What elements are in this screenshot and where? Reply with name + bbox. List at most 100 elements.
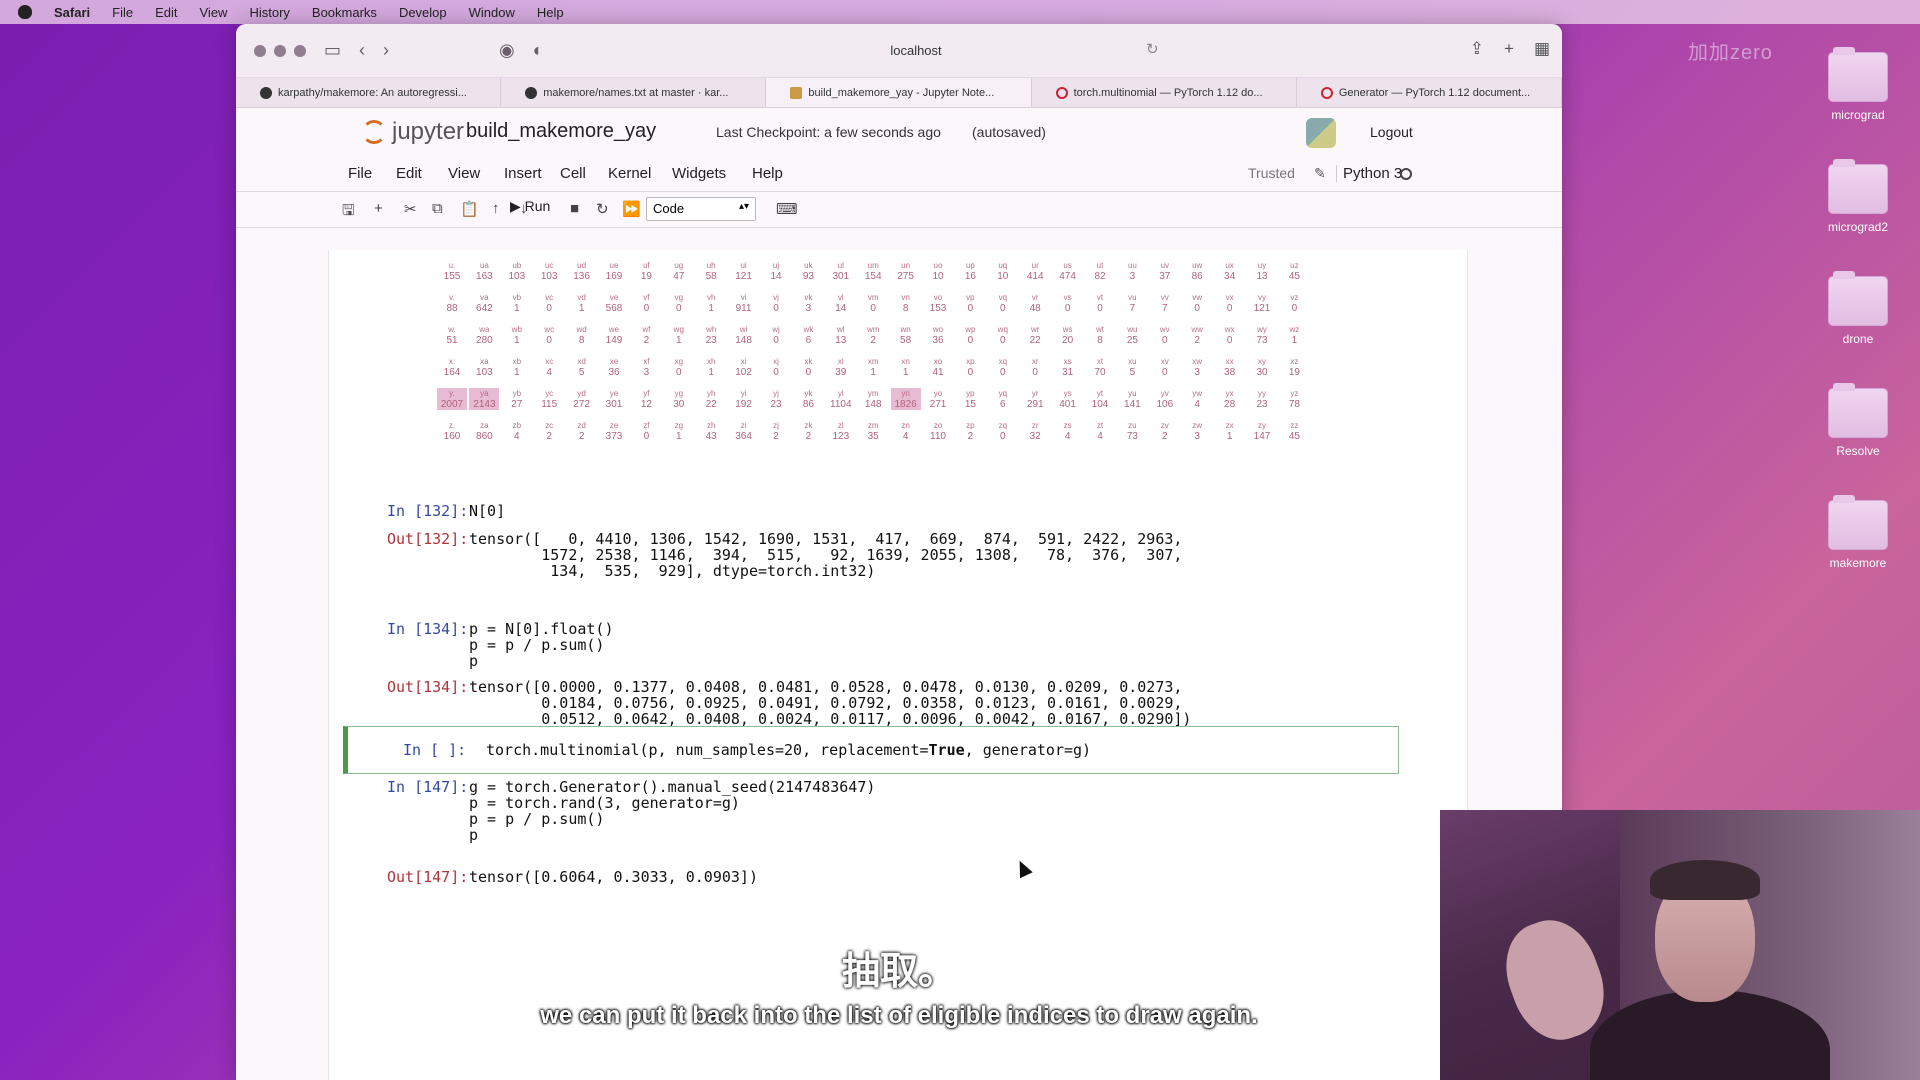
menu-cell[interactable]: Cell [560,165,586,182]
browser-tab[interactable]: torch.multinomial — PyTorch 1.12 do... [1032,78,1297,107]
desktop-folder-micrograd2[interactable]: micrograd2 [1818,159,1898,234]
tab-label: makemore/names.txt at master · kar... [543,86,729,99]
cut-icon[interactable]: ✂ [404,200,417,218]
privacy-icon[interactable]: ◉ [499,40,515,61]
tab-overview-icon[interactable]: ▦ [1534,39,1550,59]
minimize-window-button[interactable] [274,44,286,57]
bigram-label: yo [933,389,943,398]
bigram-cell: xl 39 [826,356,856,378]
new-tab-icon[interactable]: + [1504,39,1514,59]
menu-view[interactable]: View [448,165,480,182]
close-window-button[interactable] [254,44,266,57]
menubar-view[interactable]: View [200,5,228,20]
cell-code[interactable]: p = N[0].float() p = p / p.sum() p [469,621,614,669]
menubar-file[interactable]: File [112,5,133,20]
menu-edit[interactable]: Edit [396,165,422,182]
menubar-history[interactable]: History [249,5,289,20]
bigram-label: yw [1192,389,1203,398]
desktop-folder-micrograd[interactable]: micrograd [1818,47,1898,122]
insert-cell-icon[interactable]: + [374,200,383,217]
browser-tab[interactable]: makemore/names.txt at master · kar... [501,78,767,107]
menu-file[interactable]: File [348,165,372,182]
menubar-help[interactable]: Help [537,5,564,20]
bigram-count: 0 [967,303,974,314]
bigram-cell: zg 1 [664,420,694,442]
menubar-app-name[interactable]: Safari [54,5,90,20]
cell-code[interactable]: g = torch.Generator().manual_seed(214748… [469,779,875,843]
logout-button[interactable]: Logout [1358,118,1425,146]
bigram-cell: uc 103 [534,260,564,282]
browser-tab[interactable]: Generator — PyTorch 1.12 document... [1297,78,1562,107]
restart-icon[interactable]: ↻ [596,200,609,218]
bigram-count: 88 [446,303,458,314]
bigram-label: xg [674,357,684,366]
forward-icon[interactable]: › [383,40,389,61]
bigram-label: zt [1096,421,1104,430]
bigram-label: xn [901,357,910,366]
browser-tab[interactable]: karpathy/makemore: An autoregressi... [236,78,502,107]
bigram-count: 20 [1062,335,1074,346]
cell-code-editor[interactable]: torch.multinomial(p, num_samples=20, rep… [486,742,1091,758]
bigram-cell: xm 1 [858,356,888,378]
apple-icon[interactable] [18,5,32,19]
reload-icon[interactable]: ↻ [1146,40,1159,58]
trusted-indicator[interactable]: Trusted [1248,165,1295,181]
shield-icon[interactable]: ◐ [533,40,544,61]
menu-insert[interactable]: Insert [504,165,542,182]
bigram-cell: vs 0 [1053,292,1083,314]
keyboard-icon[interactable]: ⌨ [776,200,798,218]
bigram-label: us [1063,261,1072,270]
menu-kernel[interactable]: Kernel [608,165,651,182]
bigram-count: 1 [902,367,909,378]
copy-icon[interactable]: ⧉ [432,200,443,217]
bigram-label: w. [448,325,456,334]
save-icon[interactable]: 🖫 [342,200,355,225]
share-icon[interactable]: ⇪ [1470,39,1484,59]
bigram-label: xk [804,357,813,366]
bigram-cell: yo 271 [923,388,953,410]
desktop-folder-resolve[interactable]: Resolve [1818,383,1898,458]
sidebar-toggle-icon[interactable]: ▭ [324,40,341,61]
restart-run-all-icon[interactable]: ⏩ [622,200,641,218]
run-button[interactable]: ▶ Run [510,198,550,215]
active-code-cell[interactable]: In [ ]: torch.multinomial(p, num_samples… [343,726,1399,774]
jupyter-logo[interactable]: jupyter [362,118,464,146]
bigram-cell: xx 38 [1215,356,1245,378]
bigram-label: xf [643,357,650,366]
desktop-folder-makemore[interactable]: makemore [1818,495,1898,570]
bigram-count: 147 [1253,431,1271,442]
address-bar[interactable]: localhost [706,37,1126,65]
bigram-cell: vc 0 [534,292,564,314]
bigram-cell: yl 1104 [826,388,856,410]
bigram-cell: xq 0 [988,356,1018,378]
bigram-count: 6 [805,335,812,346]
menu-help[interactable]: Help [752,165,783,182]
bigram-count: 28 [1224,399,1236,410]
bigram-count: 0 [967,335,974,346]
bigram-count: 0 [1162,367,1168,378]
back-icon[interactable]: ‹ [359,40,365,61]
bigram-label: ym [867,389,879,398]
menubar-window[interactable]: Window [469,5,515,20]
bigram-count: 0 [676,303,682,314]
edit-pencil-icon[interactable]: ✎ [1314,165,1326,182]
bigram-cell: xd 5 [567,356,597,378]
notebook-name[interactable]: build_makemore_yay [466,120,656,143]
bigram-cell: xj 0 [761,356,791,378]
menubar-bookmarks[interactable]: Bookmarks [312,5,377,20]
cell-type-select[interactable]: Code ▴▾ [646,197,756,221]
menubar-develop[interactable]: Develop [399,5,447,20]
kernel-name[interactable]: Python 3 [1336,165,1402,182]
desktop-folder-drone[interactable]: drone [1818,271,1898,346]
bigram-label: yp [966,389,975,398]
stop-icon[interactable]: ■ [570,200,579,217]
zoom-window-button[interactable] [294,44,306,57]
bigram-count: 47 [673,271,685,282]
move-up-icon[interactable]: ↑ [492,200,500,217]
bigram-label: xp [966,357,975,366]
menu-widgets[interactable]: Widgets [672,165,726,182]
menubar-edit[interactable]: Edit [155,5,177,20]
paste-icon[interactable]: 📋 [460,200,479,218]
browser-tab-active[interactable]: build_makemore_yay - Jupyter Note... [766,78,1032,107]
cell-code[interactable]: N[0] [469,503,505,519]
